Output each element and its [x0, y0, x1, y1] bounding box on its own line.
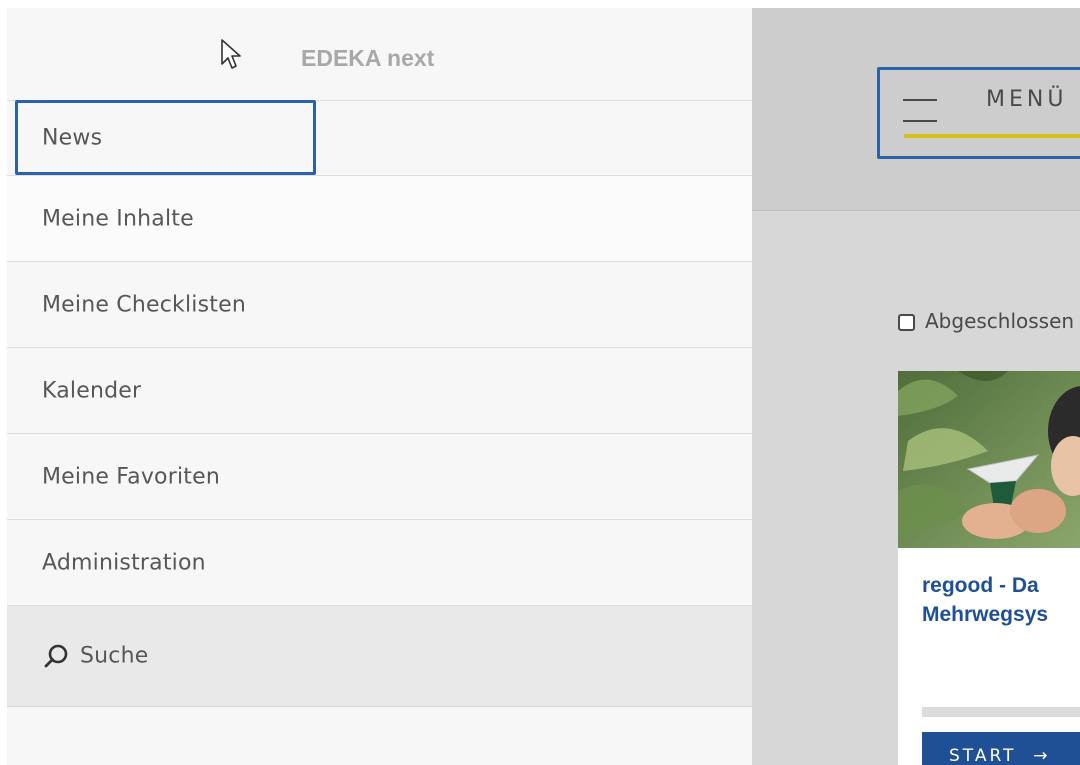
- menu-underline: [904, 134, 1080, 138]
- card-title[interactable]: regood - Da Mehrwegsys: [922, 571, 1048, 629]
- arrow-right-icon: →: [1024, 746, 1051, 765]
- card-title-line: regood - Da: [922, 574, 1039, 597]
- content-card[interactable]: regood - Da Mehrwegsys START →: [898, 371, 1080, 765]
- nav-item-kalender[interactable]: Kalender: [7, 348, 752, 434]
- nav-item-label: Administration: [42, 550, 206, 575]
- menu-toggle-button[interactable]: MENÜ: [877, 67, 1080, 159]
- start-button[interactable]: START →: [922, 732, 1080, 765]
- nav-item-meine-inhalte[interactable]: Meine Inhalte: [7, 176, 752, 262]
- completed-filter-label: Abgeschlossen: [925, 309, 1075, 333]
- main-content: MENÜ Abgeschlossen regood - Da Mehrwegsy…: [752, 8, 1080, 765]
- brand-title: EDEKA next: [301, 45, 435, 71]
- nav-item-search[interactable]: Suche: [7, 606, 752, 707]
- card-image: [898, 371, 1080, 548]
- nav-item-label: Meine Inhalte: [42, 206, 194, 231]
- nav-item-meine-favoriten[interactable]: Meine Favoriten: [7, 434, 752, 520]
- search-icon: [44, 644, 68, 668]
- card-progress-bar: [922, 707, 1080, 717]
- menu-label: MENÜ: [986, 87, 1068, 112]
- nav-item-meine-checklisten[interactable]: Meine Checklisten: [7, 262, 752, 348]
- nav-item-label: Meine Checklisten: [42, 292, 246, 317]
- hamburger-icon: [903, 96, 937, 124]
- nav-item-label: Meine Favoriten: [42, 464, 220, 489]
- navigation-drawer: EDEKA next News Meine Inhalte Meine Chec…: [7, 8, 752, 765]
- card-photo: [898, 371, 1080, 548]
- mouse-cursor-icon: [221, 39, 241, 69]
- content-header: MENÜ: [752, 8, 1080, 211]
- nav-item-administration[interactable]: Administration: [7, 520, 752, 606]
- nav-item-label: News: [42, 125, 103, 151]
- nav-item-news[interactable]: News: [7, 101, 752, 176]
- card-title-line: Mehrwegsys: [922, 603, 1049, 626]
- start-label: START: [949, 746, 1017, 765]
- nav-item-label: Kalender: [42, 378, 142, 403]
- drawer-header: EDEKA next: [7, 8, 752, 101]
- completed-checkbox[interactable]: [898, 314, 915, 331]
- search-label: Suche: [80, 643, 149, 669]
